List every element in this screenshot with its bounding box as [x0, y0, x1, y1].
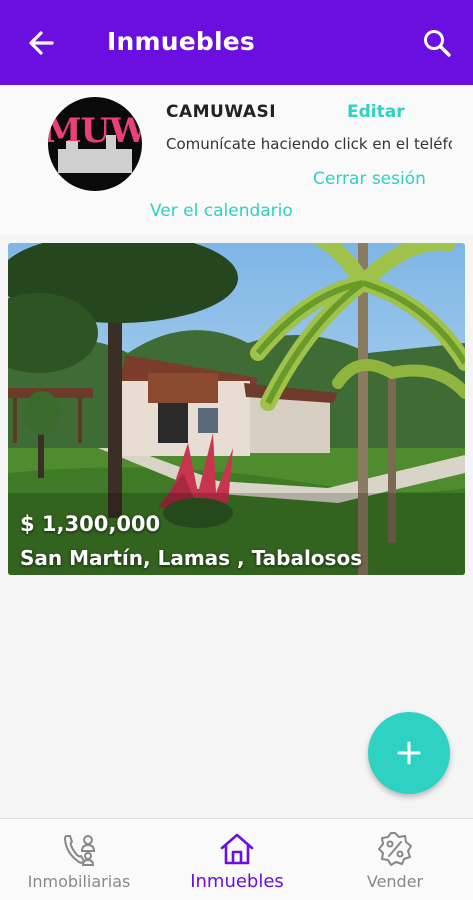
calendar-link[interactable]: Ver el calendario: [150, 201, 293, 221]
nav-label-inmuebles: Inmuebles: [190, 871, 284, 892]
logo-skyline: [58, 135, 132, 173]
logo-text: MUW: [48, 111, 142, 151]
agency-profile: MUW CAMUWASI Editar Comunícate haciendo …: [0, 85, 473, 235]
nav-label-inmobiliarias: Inmobiliarias: [27, 872, 131, 891]
plus-icon: [397, 741, 421, 765]
logout-button[interactable]: Cerrar sesión: [313, 169, 426, 189]
nav-item-inmuebles[interactable]: Inmuebles: [158, 819, 316, 900]
agency-name: CAMUWASI: [166, 102, 277, 122]
arrow-left-icon[interactable]: [26, 28, 56, 58]
listing-card[interactable]: $ 1,300,000 San Martín, Lamas , Tabaloso…: [8, 243, 465, 575]
add-listing-button[interactable]: [368, 712, 450, 794]
app-bar: Inmuebles: [0, 0, 473, 85]
bottom-navigation: Inmobiliarias Inmuebles Vender: [0, 818, 473, 900]
search-icon[interactable]: [422, 28, 452, 58]
avatar[interactable]: MUW: [48, 97, 142, 191]
agency-contact-icon: [64, 835, 96, 866]
percent-badge-icon: [378, 832, 412, 866]
house-icon: [220, 833, 254, 865]
listing-price: $ 1,300,000: [20, 512, 161, 536]
nav-item-inmobiliarias[interactable]: Inmobiliarias: [0, 819, 158, 900]
listing-location: San Martín, Lamas , Tabalosos: [20, 546, 363, 570]
nav-label-vender: Vender: [366, 872, 424, 891]
agency-description: Comunícate haciendo click en el teléfono: [166, 135, 452, 153]
nav-item-vender[interactable]: Vender: [316, 819, 473, 900]
page-title: Inmuebles: [107, 27, 256, 56]
edit-button[interactable]: Editar: [347, 102, 405, 122]
